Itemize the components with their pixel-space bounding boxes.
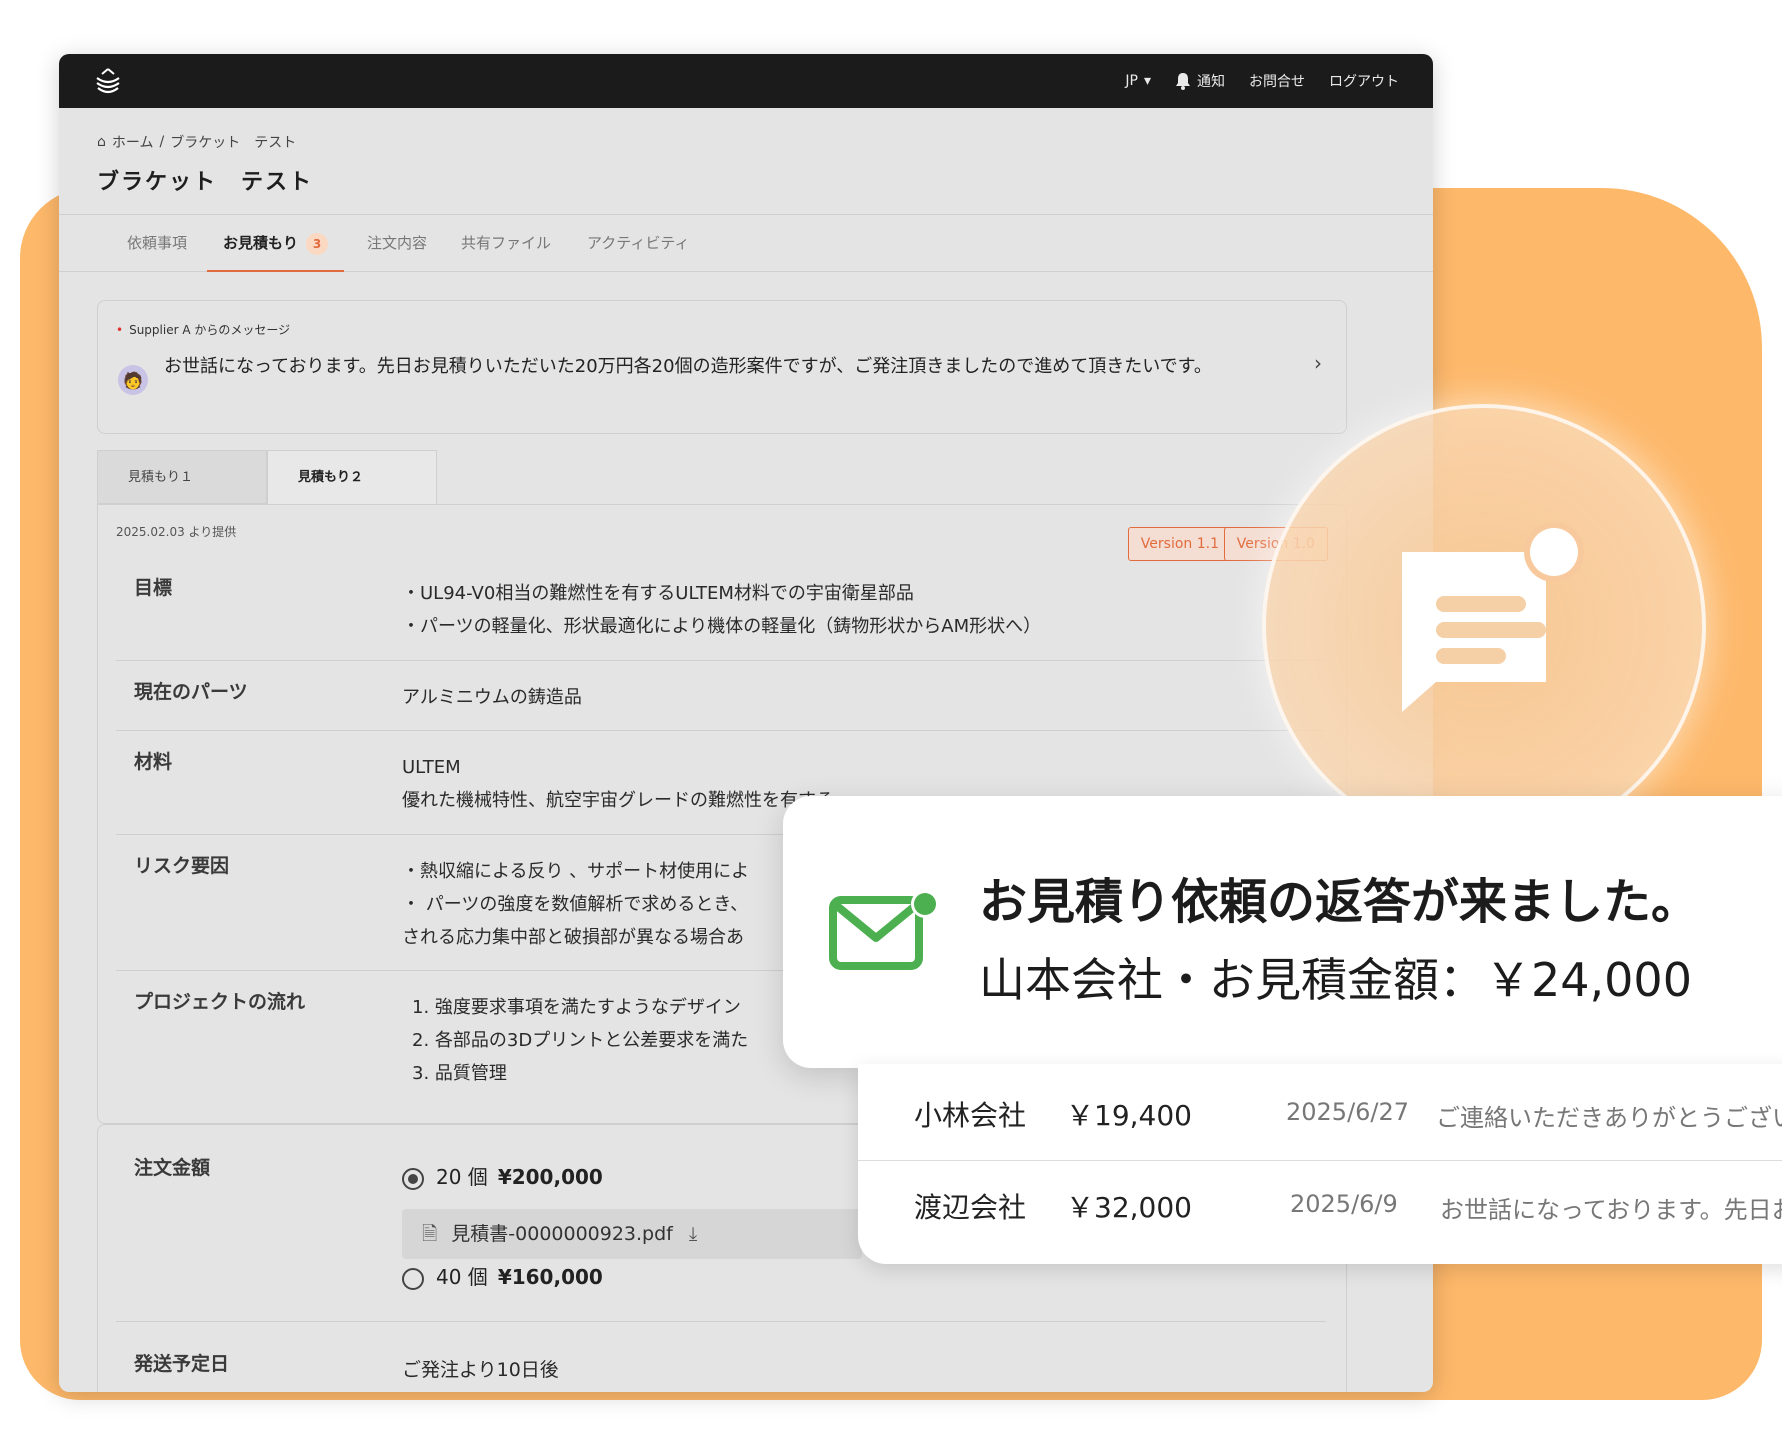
quote-amount: ￥19,400 bbox=[1066, 1099, 1192, 1132]
row-label: プロジェクトの流れ bbox=[134, 991, 306, 1013]
quote-amount: ￥32,000 bbox=[1066, 1191, 1192, 1224]
quote-date: 2025/6/27 bbox=[1286, 1098, 1410, 1126]
tab-label: お見積もり bbox=[223, 234, 299, 252]
message-sender-label: Supplier A からのメッセージ bbox=[129, 323, 291, 337]
value-line: アルミニウムの鋳造品 bbox=[402, 687, 582, 708]
option-40[interactable]: 40 個 ¥160,000 bbox=[402, 1261, 603, 1290]
option-20[interactable]: 20 個 ¥200,000 bbox=[402, 1161, 603, 1190]
avatar: 🧑 bbox=[118, 365, 148, 395]
logo-icon[interactable] bbox=[93, 66, 123, 96]
tab-quotes[interactable]: お見積もり 3 bbox=[207, 215, 345, 272]
quote-list: 小林会社 ￥19,400 2025/6/27 ご連絡いただきありがとうござい 渡… bbox=[858, 1064, 1782, 1264]
breadcrumb-separator: / bbox=[159, 134, 165, 150]
contact-link[interactable]: お問合せ bbox=[1249, 71, 1305, 91]
tab-order[interactable]: 注文内容 bbox=[367, 215, 427, 272]
message-preview: お世話になっております。先日お bbox=[1440, 1196, 1782, 1224]
value-line: ・パーツの軽量化、形状最適化により機体の軽量化（鋳物形状からAM形状へ） bbox=[402, 616, 1042, 637]
quote-count-badge: 3 bbox=[306, 232, 329, 255]
ship-date-value: ご発注より10日後 bbox=[402, 1359, 559, 1381]
message-sender: • Supplier A からのメッセージ bbox=[116, 321, 290, 338]
radio-selected-icon[interactable] bbox=[402, 1167, 424, 1190]
file-icon: 🗎 bbox=[422, 1223, 438, 1245]
breadcrumb: ⌂ ホーム / ブラケット テスト bbox=[97, 132, 296, 152]
company-name: 渡辺会社 bbox=[914, 1191, 1027, 1224]
list-item[interactable]: 小林会社 ￥19,400 2025/6/27 ご連絡いただきありがとうござい bbox=[858, 1068, 1782, 1160]
value-line: 3. 品質管理 bbox=[412, 1063, 507, 1084]
row-value: 1. 強度要求事項を満たすようなデザイン 2. 各部品の3Dプリントと公差要求を… bbox=[412, 991, 748, 1090]
option-qty: 20 個 bbox=[436, 1165, 488, 1189]
option-qty: 40 個 bbox=[436, 1265, 488, 1289]
language-selector[interactable]: JP ▾ bbox=[1125, 73, 1151, 89]
logout-link[interactable]: ログアウト bbox=[1329, 71, 1399, 91]
unread-dot-icon: • bbox=[116, 323, 124, 337]
home-icon[interactable]: ⌂ bbox=[97, 134, 106, 150]
value-line: ・熱収縮による反り 、サポート材使用によ bbox=[402, 861, 750, 882]
option-price: ¥160,000 bbox=[497, 1265, 603, 1289]
supplier-message[interactable]: • Supplier A からのメッセージ 🧑 お世話になっております。先日お見積… bbox=[97, 300, 1347, 434]
company-name: 小林会社 bbox=[914, 1099, 1027, 1132]
row-current-part: 現在のパーツ アルミニウムの鋳造品 bbox=[116, 661, 1326, 731]
provided-date: 2025.02.03 より提供 bbox=[116, 525, 237, 539]
radio-empty-icon[interactable] bbox=[402, 1267, 424, 1290]
tab-label: 共有ファイル bbox=[461, 234, 552, 252]
notification-card[interactable]: お見積り依頼の返答が来ました。 山本会社・お見積金額：￥24,000 bbox=[783, 796, 1782, 1068]
top-bar: JP ▾ 通知 お問合せ ログアウト bbox=[59, 54, 1433, 108]
bell-icon bbox=[1176, 73, 1190, 90]
quote-date: 2025/6/9 bbox=[1290, 1190, 1398, 1218]
value-line: 優れた機械特性、航空宇宙グレードの難燃性を有する bbox=[402, 790, 834, 811]
language-label: JP bbox=[1125, 73, 1138, 89]
value-line: ・UL94-V0相当の難燃性を有するULTEM材料での宇宙衛星部品 bbox=[402, 583, 914, 604]
notification-subtitle: 山本会社・お見積金額：￥24,000 bbox=[979, 953, 1692, 1007]
value-line: される応力集中部と破損部が異なる場合あ bbox=[402, 927, 744, 948]
tab-bar: 依頼事項 お見積もり 3 注文内容 共有ファイル アクティビティ bbox=[59, 214, 1433, 272]
value-line: ・ パーツの強度を数値解析で求めるとき、 bbox=[402, 894, 749, 915]
chat-bubble-badge bbox=[1262, 404, 1706, 848]
notification-link[interactable]: 通知 bbox=[1175, 71, 1225, 91]
value-line: 1. 強度要求事項を満たすようなデザイン bbox=[412, 997, 741, 1018]
file-name: 見積書-0000000923.pdf bbox=[451, 1223, 673, 1245]
tab-label: アクティビティ bbox=[587, 234, 690, 252]
tab-label: 注文内容 bbox=[367, 234, 428, 252]
chat-icon bbox=[1402, 522, 1584, 712]
chevron-right-icon[interactable]: › bbox=[1314, 351, 1322, 375]
row-label: リスク要因 bbox=[134, 855, 230, 877]
row-goal: 目標 ・UL94-V0相当の難燃性を有するULTEM材料での宇宙衛星部品 ・パー… bbox=[116, 557, 1326, 661]
quote-tab-2[interactable]: 見積もり２ bbox=[267, 450, 437, 504]
order-amount-label: 注文金額 bbox=[134, 1157, 211, 1179]
message-text: お世話になっております。先日お見積りいただいた20万円各20個の造形案件ですが、… bbox=[164, 356, 1212, 377]
row-label: 目標 bbox=[134, 577, 173, 599]
version-1-1-button[interactable]: Version 1.1 bbox=[1127, 527, 1232, 561]
row-value: ULTEM 優れた機械特性、航空宇宙グレードの難燃性を有する bbox=[402, 751, 834, 817]
breadcrumb-home[interactable]: ホーム bbox=[112, 132, 154, 152]
breadcrumb-current: ブラケット テスト bbox=[170, 135, 297, 151]
divider bbox=[116, 1321, 1326, 1322]
notification-label: 通知 bbox=[1197, 74, 1225, 90]
stage: JP ▾ 通知 お問合せ ログアウト ⌂ ホーム / ブラケット テスト ブラケ… bbox=[0, 0, 1782, 1440]
mail-icon bbox=[829, 890, 939, 970]
message-preview: ご連絡いただきありがとうござい bbox=[1436, 1104, 1782, 1132]
list-item[interactable]: 渡辺会社 ￥32,000 2025/6/9 お世話になっております。先日お bbox=[858, 1160, 1782, 1252]
top-nav: JP ▾ 通知 お問合せ ログアウト bbox=[1125, 71, 1399, 91]
page-title: ブラケット テスト bbox=[97, 170, 314, 195]
caret-down-icon: ▾ bbox=[1143, 73, 1151, 89]
value-line: 2. 各部品の3Dプリントと公差要求を満た bbox=[412, 1030, 749, 1051]
row-value: ・UL94-V0相当の難燃性を有するULTEM材料での宇宙衛星部品 ・パーツの軽… bbox=[402, 577, 1041, 643]
row-label: 材料 bbox=[134, 751, 173, 773]
tab-activity[interactable]: アクティビティ bbox=[587, 215, 689, 272]
row-label: 現在のパーツ bbox=[134, 681, 248, 703]
notification-title: お見積り依頼の返答が来ました。 bbox=[979, 874, 1700, 930]
value-line: ULTEM bbox=[402, 757, 461, 778]
ship-date-label: 発送予定日 bbox=[134, 1353, 230, 1375]
row-value: アルミニウムの鋳造品 bbox=[402, 681, 582, 714]
tab-request[interactable]: 依頼事項 bbox=[127, 215, 187, 272]
row-value: ・熱収縮による反り 、サポート材使用によ ・ パーツの強度を数値解析で求めるとき… bbox=[402, 855, 749, 954]
tab-label: 依頼事項 bbox=[127, 234, 188, 252]
option-price: ¥200,000 bbox=[497, 1165, 603, 1189]
download-icon[interactable]: ⤓ bbox=[689, 1223, 697, 1245]
tab-files[interactable]: 共有ファイル bbox=[461, 215, 551, 272]
quote-file[interactable]: 🗎 見積書-0000000923.pdf ⤓ bbox=[402, 1209, 862, 1259]
quote-tab-1[interactable]: 見積もり１ bbox=[97, 450, 267, 504]
